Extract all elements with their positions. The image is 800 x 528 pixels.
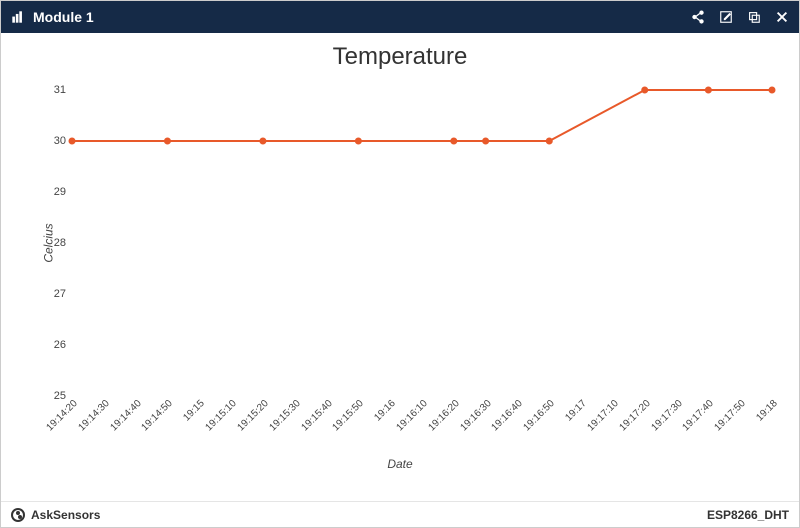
y-tick-label: 29 bbox=[54, 186, 72, 198]
data-point bbox=[769, 87, 776, 94]
device-name: ESP8266_DHT bbox=[707, 508, 789, 522]
x-tick-label: 19:15 bbox=[182, 398, 207, 423]
data-point bbox=[259, 138, 266, 145]
y-tick-label: 31 bbox=[54, 84, 72, 96]
data-point bbox=[641, 87, 648, 94]
panel-header: Module 1 bbox=[1, 1, 799, 33]
x-tick-label: 19:17 bbox=[563, 398, 588, 423]
x-tick-label: 19:16:50 bbox=[522, 398, 557, 433]
footer-brand: AskSensors bbox=[11, 508, 100, 522]
chart-icon bbox=[11, 10, 25, 24]
header-left: Module 1 bbox=[11, 9, 94, 25]
x-tick-label: 19:15:40 bbox=[299, 398, 334, 433]
x-tick-label: 19:17:50 bbox=[713, 398, 748, 433]
data-point bbox=[450, 138, 457, 145]
header-actions bbox=[691, 10, 789, 24]
panel-footer: AskSensors ESP8266_DHT bbox=[1, 501, 799, 527]
y-tick-label: 27 bbox=[54, 288, 72, 300]
brand-logo-icon bbox=[11, 508, 25, 522]
x-tick-label: 19:16:30 bbox=[458, 398, 493, 433]
share-icon[interactable] bbox=[691, 10, 705, 24]
series-line bbox=[72, 90, 772, 141]
data-point bbox=[355, 138, 362, 145]
close-icon[interactable] bbox=[775, 10, 789, 24]
x-tick-label: 19:15:50 bbox=[331, 398, 366, 433]
data-point bbox=[482, 138, 489, 145]
x-axis-label: Date bbox=[1, 457, 799, 471]
y-tick-label: 30 bbox=[54, 135, 72, 147]
x-tick-label: 19:16:20 bbox=[426, 398, 461, 433]
x-tick-label: 19:18 bbox=[754, 398, 779, 423]
panel-title: Module 1 bbox=[33, 9, 94, 25]
x-tick-label: 19:16:40 bbox=[490, 398, 525, 433]
x-tick-label: 19:14:20 bbox=[44, 398, 79, 433]
x-tick-label: 19:15:20 bbox=[235, 398, 270, 433]
x-tick-label: 19:17:10 bbox=[585, 398, 620, 433]
data-point bbox=[705, 87, 712, 94]
edit-icon[interactable] bbox=[719, 10, 733, 24]
x-tick-label: 19:14:40 bbox=[108, 398, 143, 433]
x-tick-label: 19:16 bbox=[372, 398, 397, 423]
panel: Module 1 Temperature Celcius 25262728293… bbox=[0, 0, 800, 528]
copy-icon[interactable] bbox=[747, 10, 761, 24]
x-tick-label: 19:15:10 bbox=[204, 398, 239, 433]
plot-area: 2526272829303119:14:2019:14:3019:14:4019… bbox=[71, 89, 771, 395]
y-tick-label: 26 bbox=[54, 339, 72, 351]
x-tick-label: 19:17:30 bbox=[649, 398, 684, 433]
x-tick-label: 19:17:40 bbox=[681, 398, 716, 433]
chart-container: Temperature Celcius 2526272829303119:14:… bbox=[1, 33, 799, 501]
data-point bbox=[546, 138, 553, 145]
x-tick-label: 19:17:20 bbox=[617, 398, 652, 433]
plot-svg bbox=[72, 90, 772, 396]
data-point bbox=[164, 138, 171, 145]
x-tick-label: 19:14:50 bbox=[140, 398, 175, 433]
y-tick-label: 28 bbox=[54, 237, 72, 249]
chart-title: Temperature bbox=[11, 43, 789, 71]
x-tick-label: 19:16:10 bbox=[394, 398, 429, 433]
x-tick-label: 19:15:30 bbox=[267, 398, 302, 433]
x-tick-label: 19:14:30 bbox=[76, 398, 111, 433]
brand-name: AskSensors bbox=[31, 508, 100, 522]
